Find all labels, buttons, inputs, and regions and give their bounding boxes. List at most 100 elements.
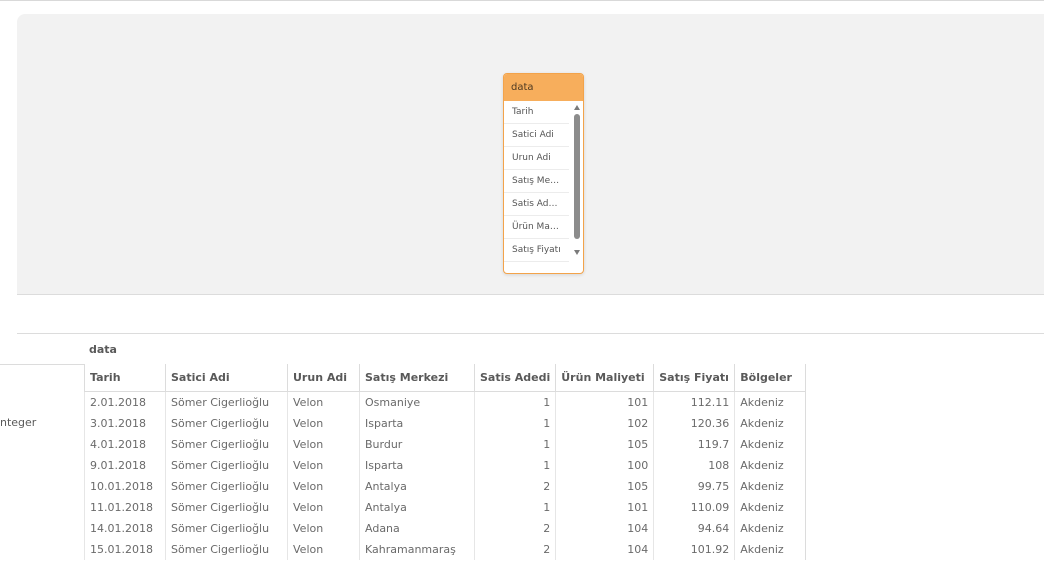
table-cell: Osmaniye [359,391,475,413]
column-header[interactable]: Urun Adi [287,364,360,392]
model-canvas[interactable]: data Tarih Satici Adi Urun Adi Satış Me…… [17,14,1044,295]
table-cell: Antalya [359,476,475,497]
scrollbar-thumb[interactable] [574,114,580,239]
table-cell: Sömer Cigerlioğlu [165,497,288,518]
table-cell: 110.09 [653,497,735,518]
table-cell: Burdur [359,434,475,455]
table-cell: 1 [473,413,556,434]
table-row: 14.01.2018 Sömer Cigerlioğlu Velon Adana… [84,518,807,539]
table-row: 9.01.2018 Sömer Cigerlioğlu Velon Ispart… [84,455,807,476]
table-field-list[interactable]: Tarih Satici Adi Urun Adi Satış Me… Sati… [504,101,583,271]
table-row: 11.01.2018 Sömer Cigerlioğlu Velon Antal… [84,497,807,518]
table-cell: 99.75 [653,476,735,497]
table-cell: Sömer Cigerlioğlu [165,434,288,455]
table-cell: Akdeniz [734,518,807,539]
table-cell: Antalya [359,497,475,518]
table-cell: Adana [359,518,475,539]
table-cell: Velon [287,497,360,518]
field-item[interactable]: Satici Adi [504,124,569,147]
table-cell: Velon [287,539,360,560]
scroll-down-arrow-icon[interactable] [574,250,580,255]
table-cell: 14.01.2018 [84,518,166,539]
table-cell: 108 [653,455,735,476]
table-cell: Akdeniz [734,434,807,455]
table-cell: Velon [287,413,360,434]
table-cell: 4.01.2018 [84,434,166,455]
preview-table: Tarih Satici Adi Urun Adi Satış Merkezi … [84,364,807,560]
table-card-data[interactable]: data Tarih Satici Adi Urun Adi Satış Me…… [503,73,584,274]
field-item[interactable]: Satış Me… [504,170,569,193]
table-cell: 2.01.2018 [84,391,166,413]
preview-table-title: data [89,343,117,356]
column-header[interactable]: Tarih [84,364,166,392]
table-cell: 101.92 [653,539,735,560]
table-cell: Akdeniz [734,539,807,560]
table-cell: 2 [473,539,556,560]
table-cell: 94.64 [653,518,735,539]
table-cell: 105 [555,476,654,497]
table-cell: 101 [555,497,654,518]
table-cell: Sömer Cigerlioğlu [165,413,288,434]
table-cell: Akdeniz [734,391,807,413]
table-cell: 102 [555,413,654,434]
column-header[interactable]: Bölgeler [734,364,807,392]
table-row: 15.01.2018 Sömer Cigerlioğlu Velon Kahra… [84,539,807,560]
field-type-label: nteger [0,416,37,429]
table-cell: 105 [555,434,654,455]
table-cell: 120.36 [653,413,735,434]
table-cell: Sömer Cigerlioğlu [165,455,288,476]
table-row: 10.01.2018 Sömer Cigerlioğlu Velon Antal… [84,476,807,497]
table-cell: 11.01.2018 [84,497,166,518]
table-cell: Sömer Cigerlioğlu [165,539,288,560]
field-item[interactable]: Tarih [504,101,569,124]
table-cell: 119.7 [653,434,735,455]
table-cell: Isparta [359,455,475,476]
table-cell: 1 [473,455,556,476]
table-cell: 1 [473,497,556,518]
table-cell: 9.01.2018 [84,455,166,476]
column-header[interactable]: Ürün Maliyeti [555,364,654,392]
table-cell: Isparta [359,413,475,434]
table-cell: Velon [287,518,360,539]
table-cell: Sömer Cigerlioğlu [165,391,288,413]
column-header[interactable]: Satış Fiyatı [653,364,735,392]
table-cell: Velon [287,476,360,497]
table-cell: Velon [287,434,360,455]
column-header[interactable]: Satici Adi [165,364,288,392]
table-cell: 101 [555,391,654,413]
table-cell: 10.01.2018 [84,476,166,497]
field-item[interactable]: Satis Ad… [504,193,569,216]
table-cell: Velon [287,391,360,413]
field-item[interactable]: Urun Adi [504,147,569,170]
table-cell: Akdeniz [734,497,807,518]
table-header-row: Tarih Satici Adi Urun Adi Satış Merkezi … [84,364,807,392]
field-panel-divider [0,364,85,365]
top-divider [0,0,1044,1]
table-cell: Sömer Cigerlioğlu [165,476,288,497]
table-cell: 112.11 [653,391,735,413]
table-cell: Sömer Cigerlioğlu [165,518,288,539]
table-row: 2.01.2018 Sömer Cigerlioğlu Velon Osmani… [84,391,807,413]
field-item[interactable]: Ürün Ma… [504,216,569,239]
column-header[interactable]: Satis Adedi [473,364,556,392]
preview-divider [17,333,1044,334]
table-cell: Akdeniz [734,413,807,434]
table-cell: 104 [555,539,654,560]
table-cell: 1 [473,434,556,455]
table-cell: 15.01.2018 [84,539,166,560]
table-cell: 1 [473,391,556,413]
table-cell: 104 [555,518,654,539]
table-cell: Kahramanmaraş [359,539,475,560]
table-cell: Akdeniz [734,455,807,476]
column-header[interactable]: Satış Merkezi [359,364,475,392]
scroll-up-arrow-icon[interactable] [574,105,580,110]
table-cell: 100 [555,455,654,476]
table-cell: Akdeniz [734,476,807,497]
table-card-title[interactable]: data [504,74,583,101]
table-cell: 2 [473,518,556,539]
table-cell: 2 [473,476,556,497]
field-item[interactable]: Satış Fiyatı [504,239,569,262]
table-cell: Velon [287,455,360,476]
table-row: 3.01.2018 Sömer Cigerlioğlu Velon Ispart… [84,413,807,434]
table-cell: 3.01.2018 [84,413,166,434]
